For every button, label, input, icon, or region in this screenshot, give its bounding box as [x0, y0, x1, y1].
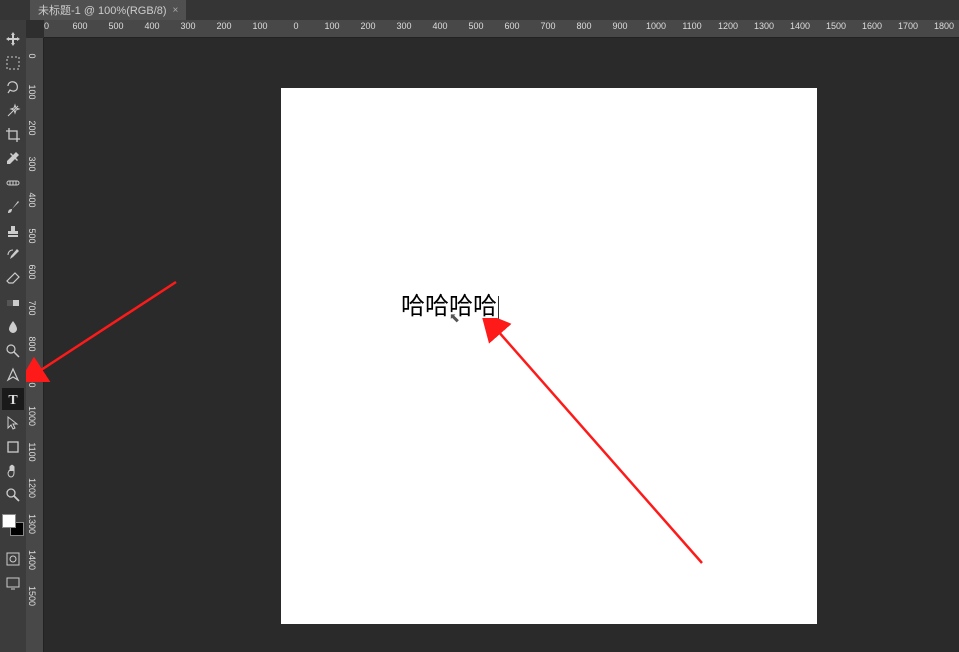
ruler-tick: 500 — [108, 21, 123, 31]
ruler-tick: 600 — [504, 21, 519, 31]
ruler-tick: 1400 — [27, 550, 37, 570]
ruler-tick: 200 — [216, 21, 231, 31]
ruler-tick: 1200 — [27, 478, 37, 498]
ruler-tick: 300 — [180, 21, 195, 31]
ruler-tick: 1300 — [27, 514, 37, 534]
pen-icon[interactable] — [2, 364, 24, 386]
screenmode-icon[interactable] — [2, 572, 24, 594]
ruler-tick: 1500 — [826, 21, 846, 31]
ruler-tick: 100 — [27, 84, 37, 99]
foreground-swatch[interactable] — [2, 514, 16, 528]
ruler-tick: 800 — [27, 336, 37, 351]
ruler-tick: 500 — [27, 228, 37, 243]
lasso-icon[interactable] — [2, 76, 24, 98]
ruler-tick: 800 — [576, 21, 591, 31]
ruler-tick: 1700 — [898, 21, 918, 31]
ruler-horizontal[interactable]: 0060050040030020010001002003004005006007… — [44, 20, 959, 38]
ruler-tick: 0 — [27, 53, 37, 58]
gradient-icon[interactable] — [2, 292, 24, 314]
ruler-tick: 1800 — [934, 21, 954, 31]
workspace: 0060050040030020010001002003004005006007… — [26, 20, 959, 652]
wand-icon[interactable] — [2, 100, 24, 122]
ruler-tick: 600 — [72, 21, 87, 31]
ruler-tick: 900 — [27, 372, 37, 387]
ruler-tick: 1100 — [682, 21, 701, 31]
ruler-tick: 00 — [44, 21, 49, 31]
ruler-tick: 300 — [396, 21, 411, 31]
ruler-tick: 100 — [324, 21, 339, 31]
ruler-tick: 200 — [27, 120, 37, 135]
brush-icon[interactable] — [2, 196, 24, 218]
stamp-icon[interactable] — [2, 220, 24, 242]
eraser-icon[interactable] — [2, 268, 24, 290]
toolbar: T — [0, 20, 26, 652]
quickmask-icon[interactable] — [2, 548, 24, 570]
ruler-tick: 400 — [144, 21, 159, 31]
ruler-tick: 400 — [432, 21, 447, 31]
heal-icon[interactable] — [2, 172, 24, 194]
ruler-tick: 1200 — [718, 21, 738, 31]
ruler-tick: 400 — [27, 192, 37, 207]
ruler-tick: 1300 — [754, 21, 774, 31]
dodge-icon[interactable] — [2, 340, 24, 362]
canvas-viewport[interactable]: 哈哈哈哈 ⬉ — [44, 38, 959, 652]
color-swatches[interactable] — [2, 514, 24, 546]
ruler-tick: 200 — [360, 21, 375, 31]
ruler-tick: 900 — [612, 21, 627, 31]
ruler-tick: 1000 — [646, 21, 666, 31]
ruler-tick: 1100 — [27, 442, 37, 461]
ruler-tick: 100 — [252, 21, 267, 31]
cursor-icon: ⬉ — [449, 310, 460, 326]
eyedropper-icon[interactable] — [2, 148, 24, 170]
ruler-tick: 700 — [27, 300, 37, 315]
shape-icon[interactable] — [2, 436, 24, 458]
close-icon[interactable]: × — [173, 5, 179, 16]
marquee-icon[interactable] — [2, 52, 24, 74]
ruler-tick: 600 — [27, 264, 37, 279]
move-icon[interactable] — [2, 28, 24, 50]
tab-bar: 未标题-1 @ 100%(RGB/8) × — [0, 0, 959, 20]
type-icon[interactable]: T — [2, 388, 24, 410]
path-select-icon[interactable] — [2, 412, 24, 434]
ruler-tick: 1000 — [27, 406, 37, 426]
history-brush-icon[interactable] — [2, 244, 24, 266]
document-tab[interactable]: 未标题-1 @ 100%(RGB/8) × — [30, 0, 186, 20]
ruler-tick: 1500 — [27, 586, 37, 606]
crop-icon[interactable] — [2, 124, 24, 146]
hand-icon[interactable] — [2, 460, 24, 482]
ruler-tick: 300 — [27, 156, 37, 171]
ruler-tick: 500 — [468, 21, 483, 31]
ruler-tick: 700 — [540, 21, 555, 31]
blur-icon[interactable] — [2, 316, 24, 338]
ruler-tick: 0 — [293, 21, 298, 31]
svg-text:T: T — [8, 393, 18, 407]
text-caret — [498, 296, 499, 320]
tab-title: 未标题-1 @ 100%(RGB/8) — [38, 2, 167, 18]
ruler-tick: 1600 — [862, 21, 882, 31]
canvas[interactable]: 哈哈哈哈 ⬉ — [281, 88, 817, 624]
ruler-vertical[interactable]: 0 100 200 300 400 500 600 700 800 900 1000 1100 1200… — [26, 38, 44, 652]
ruler-tick: 1400 — [790, 21, 810, 31]
zoom-icon[interactable] — [2, 484, 24, 506]
